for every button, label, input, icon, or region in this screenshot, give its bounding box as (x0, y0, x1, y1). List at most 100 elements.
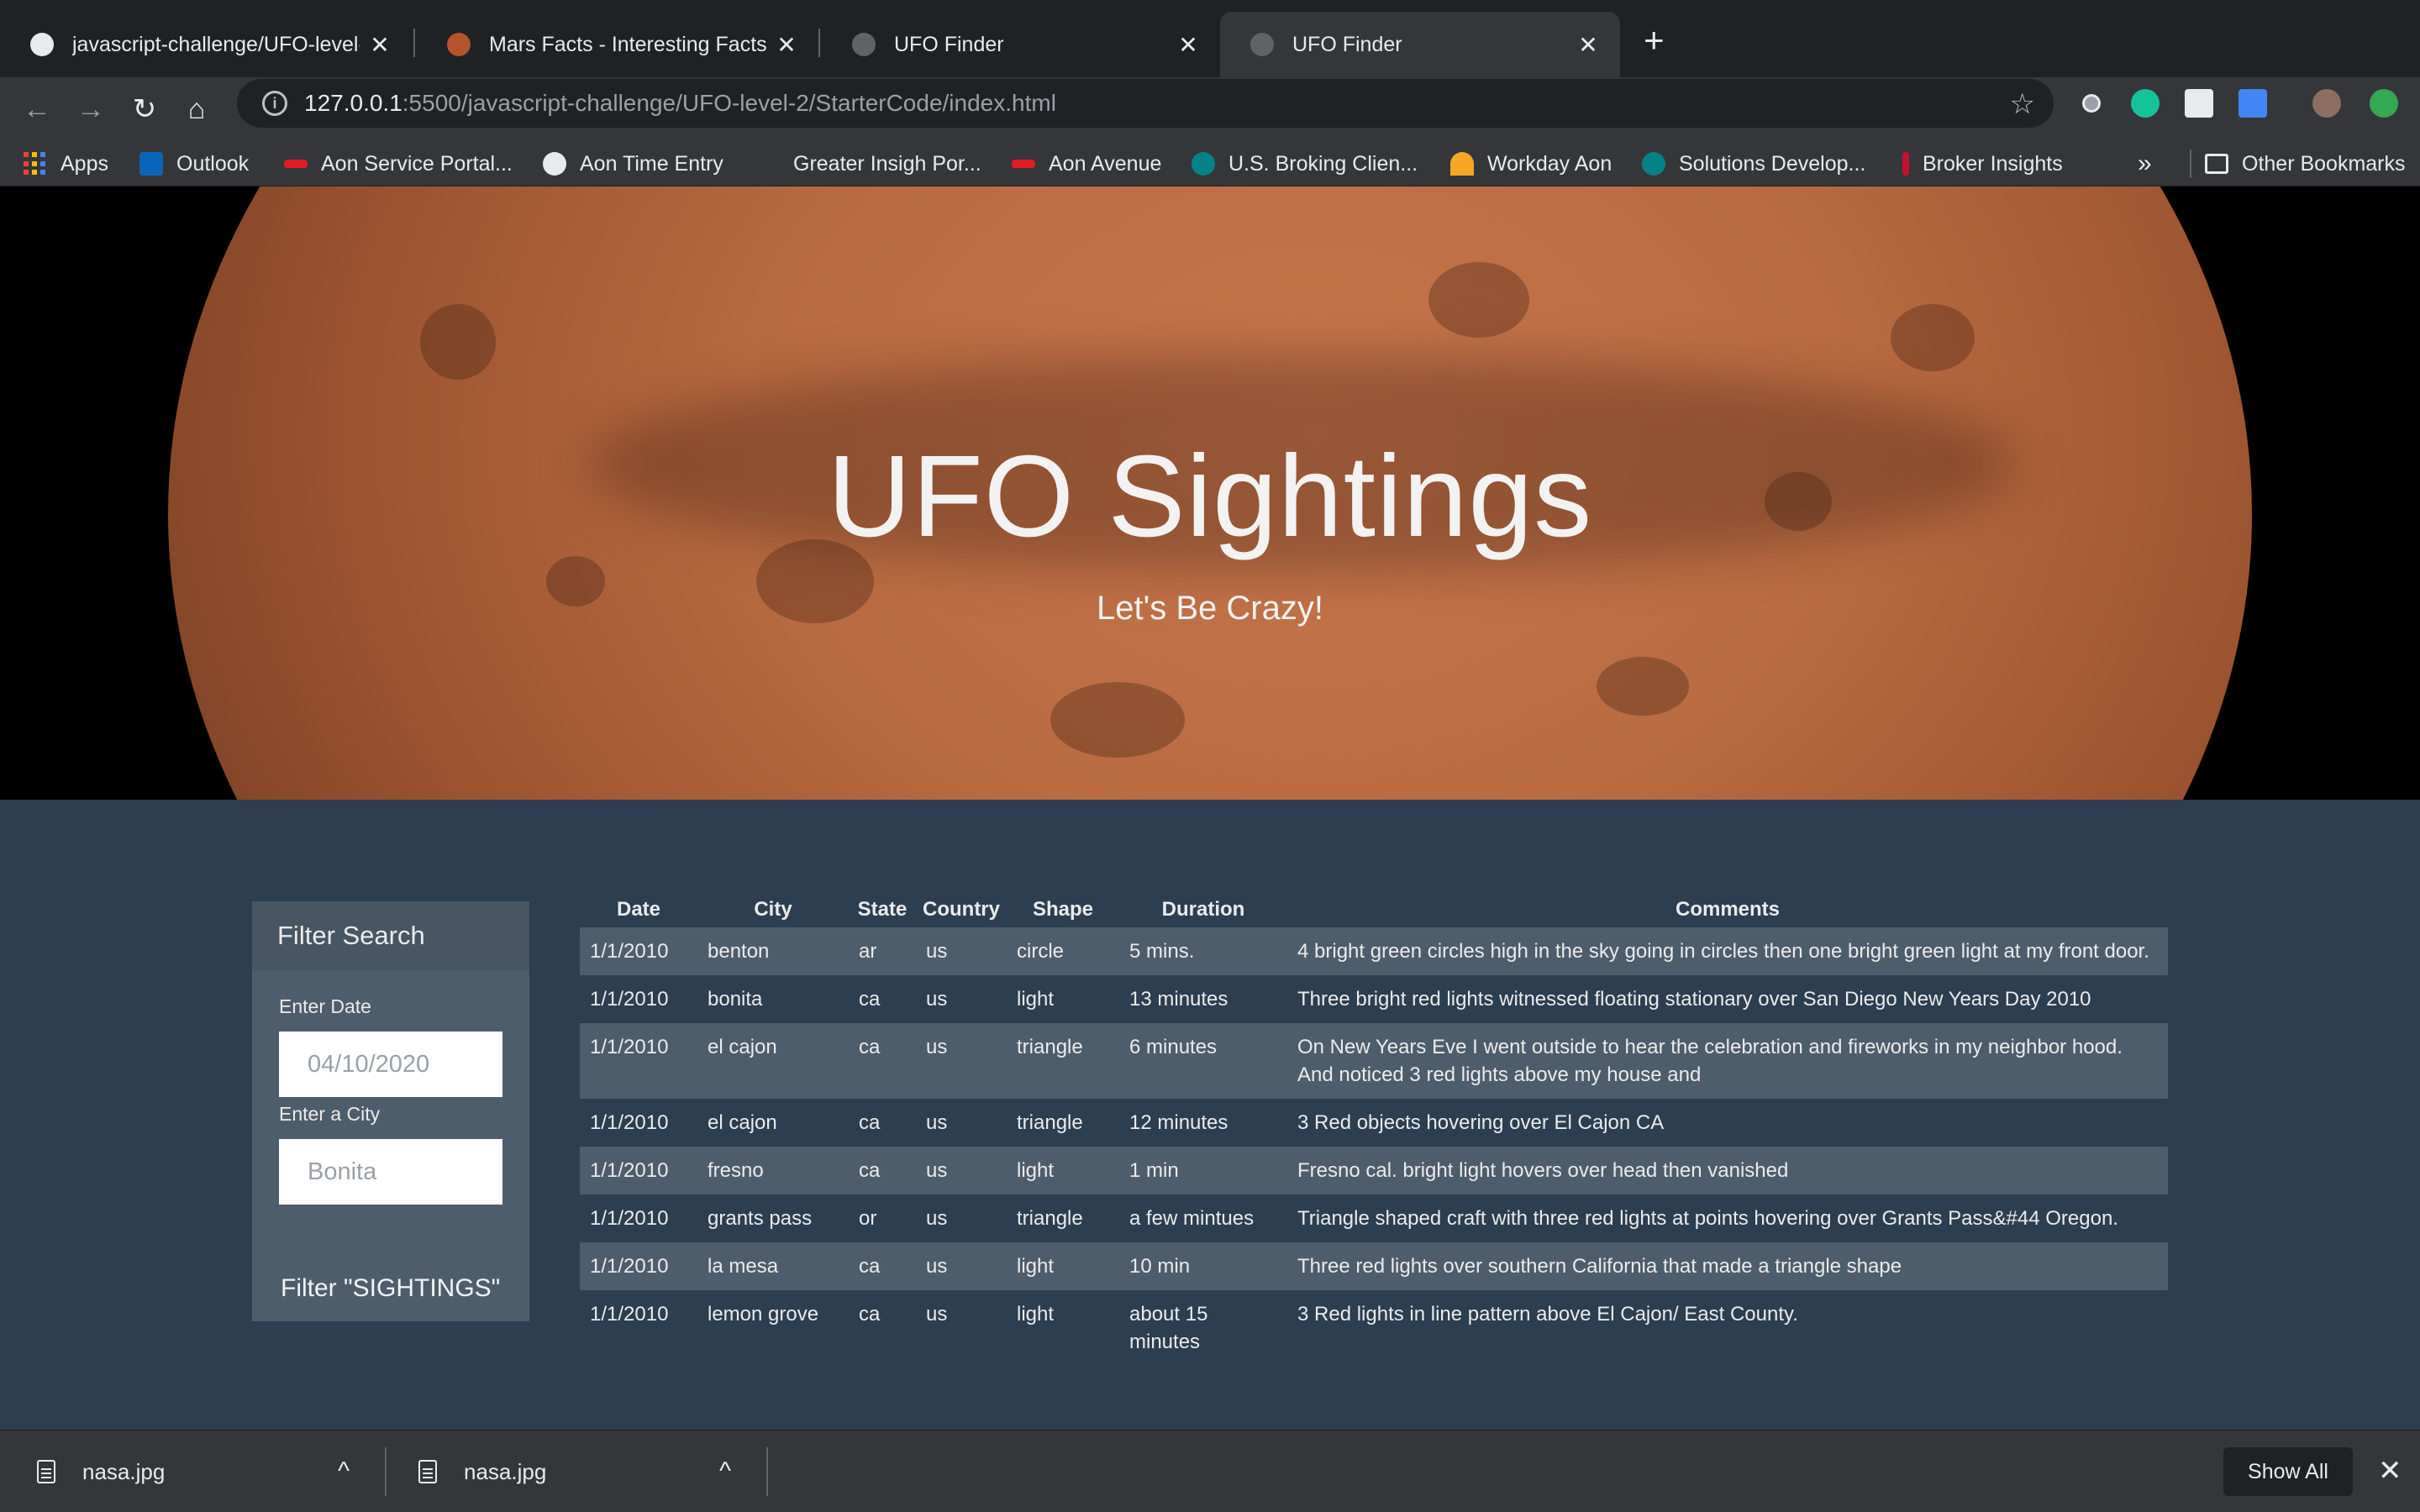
table-cell: ca (859, 1111, 881, 1134)
tab-strip: javascript-challenge/UFO-level-2 ✕ Mars … (0, 0, 2420, 77)
download-filename: nasa.jpg (464, 1458, 547, 1484)
sightings-table-container: Date City State Country Shape Duration Comment… (580, 892, 2168, 1430)
back-button[interactable]: ← (17, 89, 57, 129)
table-cell: Triangle shaped craft with three red lig… (1297, 1207, 2118, 1230)
divider (385, 1447, 387, 1496)
filter-panel: Filter Search Enter Date 04/10/2020 Ente… (252, 901, 529, 1321)
bookmark-aon-avenue[interactable]: Aon Avenue (1012, 141, 1161, 186)
close-tab-icon[interactable]: ✕ (775, 31, 798, 59)
mars-icon (447, 33, 471, 56)
grammarly-icon[interactable] (2131, 89, 2160, 118)
close-tab-icon[interactable]: ✕ (1176, 31, 1200, 59)
table-cell: 4 bright green circles high in the sky g… (1287, 927, 2168, 975)
tab-ufo-finder-active[interactable]: UFO Finder ✕ (1220, 12, 1620, 77)
bookmark-solutions-develop[interactable]: Solutions Develop... (1642, 141, 1865, 186)
table-cell: 1/1/2010 (580, 1242, 697, 1290)
tab-title: UFO Finder (894, 32, 1004, 56)
bookmark-apps[interactable]: Apps (24, 141, 108, 186)
close-tab-icon[interactable]: ✕ (368, 31, 392, 59)
table-header-row: Date City State Country Shape Duration Comment… (580, 892, 2168, 927)
bookmark-label: Broker Insights (1923, 151, 2063, 176)
bookmark-us-broking[interactable]: U.S. Broking Clien... (1192, 141, 1418, 186)
table-cell: el cajon (708, 1111, 777, 1134)
column-header: Comments (1675, 898, 1781, 921)
site-info-icon[interactable]: i (262, 91, 287, 116)
bookmark-aon-service-portal[interactable]: Aon Service Portal... (284, 141, 513, 186)
bookmark-broker-insights[interactable]: Broker Insights (1902, 141, 2063, 186)
reload-button[interactable]: ↻ (124, 89, 165, 129)
globe-icon (543, 152, 566, 176)
bookmarks-overflow-button[interactable]: » (2138, 141, 2152, 186)
file-icon (37, 1460, 55, 1483)
update-icon[interactable] (2370, 89, 2398, 118)
table-cell: lemon grove (708, 1303, 819, 1326)
city-label: Enter a City (279, 1103, 381, 1125)
download-shelf: nasa.jpg ^ nasa.jpg ^ Show All ✕ (0, 1430, 2420, 1512)
aon-icon (1012, 160, 1035, 168)
folder-icon (2205, 154, 2228, 174)
bookmark-label: U.S. Broking Clien... (1228, 151, 1418, 176)
tab-github[interactable]: javascript-challenge/UFO-level-2 ✕ (0, 12, 412, 77)
date-label: Enter Date (279, 995, 371, 1017)
show-all-button[interactable]: Show All (2223, 1447, 2353, 1496)
table-cell: ca (849, 1242, 916, 1290)
bookmark-star-icon[interactable]: ☆ (2010, 87, 2035, 121)
table-cell: us (916, 1242, 1007, 1290)
chevron-up-icon[interactable]: ^ (338, 1457, 350, 1486)
table-cell: 1 min (1119, 1147, 1287, 1194)
date-input[interactable]: 04/10/2020 (279, 1032, 502, 1097)
table-cell: ca (859, 1303, 881, 1326)
table-cell: ca (859, 988, 881, 1011)
table-cell: Three red lights over southern Californi… (1287, 1242, 2168, 1290)
sightings-table: Date City State Country Shape Duration Comment… (580, 892, 2168, 1366)
table-cell: 6 minutes (1119, 1023, 1287, 1099)
table-row: 1/1/2010 lemon grove ca us light about 15 min… (580, 1290, 2168, 1366)
extension-icon[interactable] (2077, 89, 2106, 118)
close-shelf-icon[interactable]: ✕ (2378, 1454, 2402, 1488)
bookmark-workday[interactable]: Workday Aon (1450, 141, 1612, 186)
forward-button[interactable]: → (71, 89, 111, 129)
bookmark-label: Workday Aon (1487, 151, 1612, 176)
city-input[interactable]: Bonita (279, 1139, 502, 1205)
address-bar[interactable]: i 127.0.0.1:5500/javascript-challenge/UF… (237, 79, 2054, 128)
aon-icon (284, 160, 308, 168)
bookmark-aon-time-entry[interactable]: Aon Time Entry (543, 141, 723, 186)
table-cell: circle (1007, 927, 1119, 975)
chevron-up-icon[interactable]: ^ (719, 1457, 731, 1486)
home-button[interactable]: ⌂ (176, 89, 217, 129)
download-item[interactable]: nasa.jpg (418, 1431, 546, 1512)
close-tab-icon[interactable]: ✕ (1576, 31, 1600, 59)
column-header: Duration (1161, 898, 1245, 921)
table-cell: triangle (1017, 1207, 1083, 1230)
table-cell: On New Years Eve I went outside to hear … (1287, 1023, 2168, 1099)
other-bookmarks[interactable]: Other Bookmarks (2190, 150, 2406, 178)
table-cell: us (916, 1023, 1007, 1099)
tab-mars-facts[interactable]: Mars Facts - Interesting Facts about Mar… (417, 12, 818, 77)
bookmarks-bar: Apps Outlook Aon Service Portal... Aon T… (0, 141, 2420, 186)
table-cell: us (916, 927, 1007, 975)
bookmark-label: Solutions Develop... (1679, 151, 1866, 176)
table-cell: 1/1/2010 (590, 988, 669, 1011)
page-title: UFO Sightings (827, 432, 1593, 561)
table-cell: 1/1/2010 (590, 1303, 669, 1326)
extension-icon[interactable] (2185, 89, 2213, 118)
table-cell: triangle (1017, 1111, 1083, 1134)
table-cell: 1/1/2010 (580, 1023, 697, 1099)
tab-separator (413, 29, 415, 57)
extension-icon[interactable] (2238, 89, 2267, 118)
filter-button[interactable]: Filter "SIGHTINGS" (281, 1274, 500, 1303)
tab-ufo-finder[interactable]: UFO Finder ✕ (822, 12, 1220, 77)
avatar[interactable] (2312, 89, 2341, 118)
globe-icon (852, 33, 876, 56)
bookmark-label: Greater Insigh Por... (793, 151, 981, 176)
table-row: 1/1/2010 el cajon ca us triangle 6 minutes On … (580, 1023, 2168, 1099)
table-cell: Three bright red lights witnessed floati… (1297, 988, 2091, 1011)
download-item[interactable]: nasa.jpg (37, 1431, 165, 1512)
column-header: Date (616, 898, 661, 921)
hero-banner: UFO Sightings Let's Be Crazy! (0, 186, 2420, 800)
bookmark-greater-insight[interactable]: Greater Insigh Por... (756, 141, 981, 186)
bookmark-label: Aon Service Portal... (321, 151, 513, 176)
bookmark-outlook[interactable]: Outlook (139, 141, 249, 186)
column-header: State (857, 898, 908, 921)
new-tab-button[interactable]: + (1644, 20, 1665, 60)
